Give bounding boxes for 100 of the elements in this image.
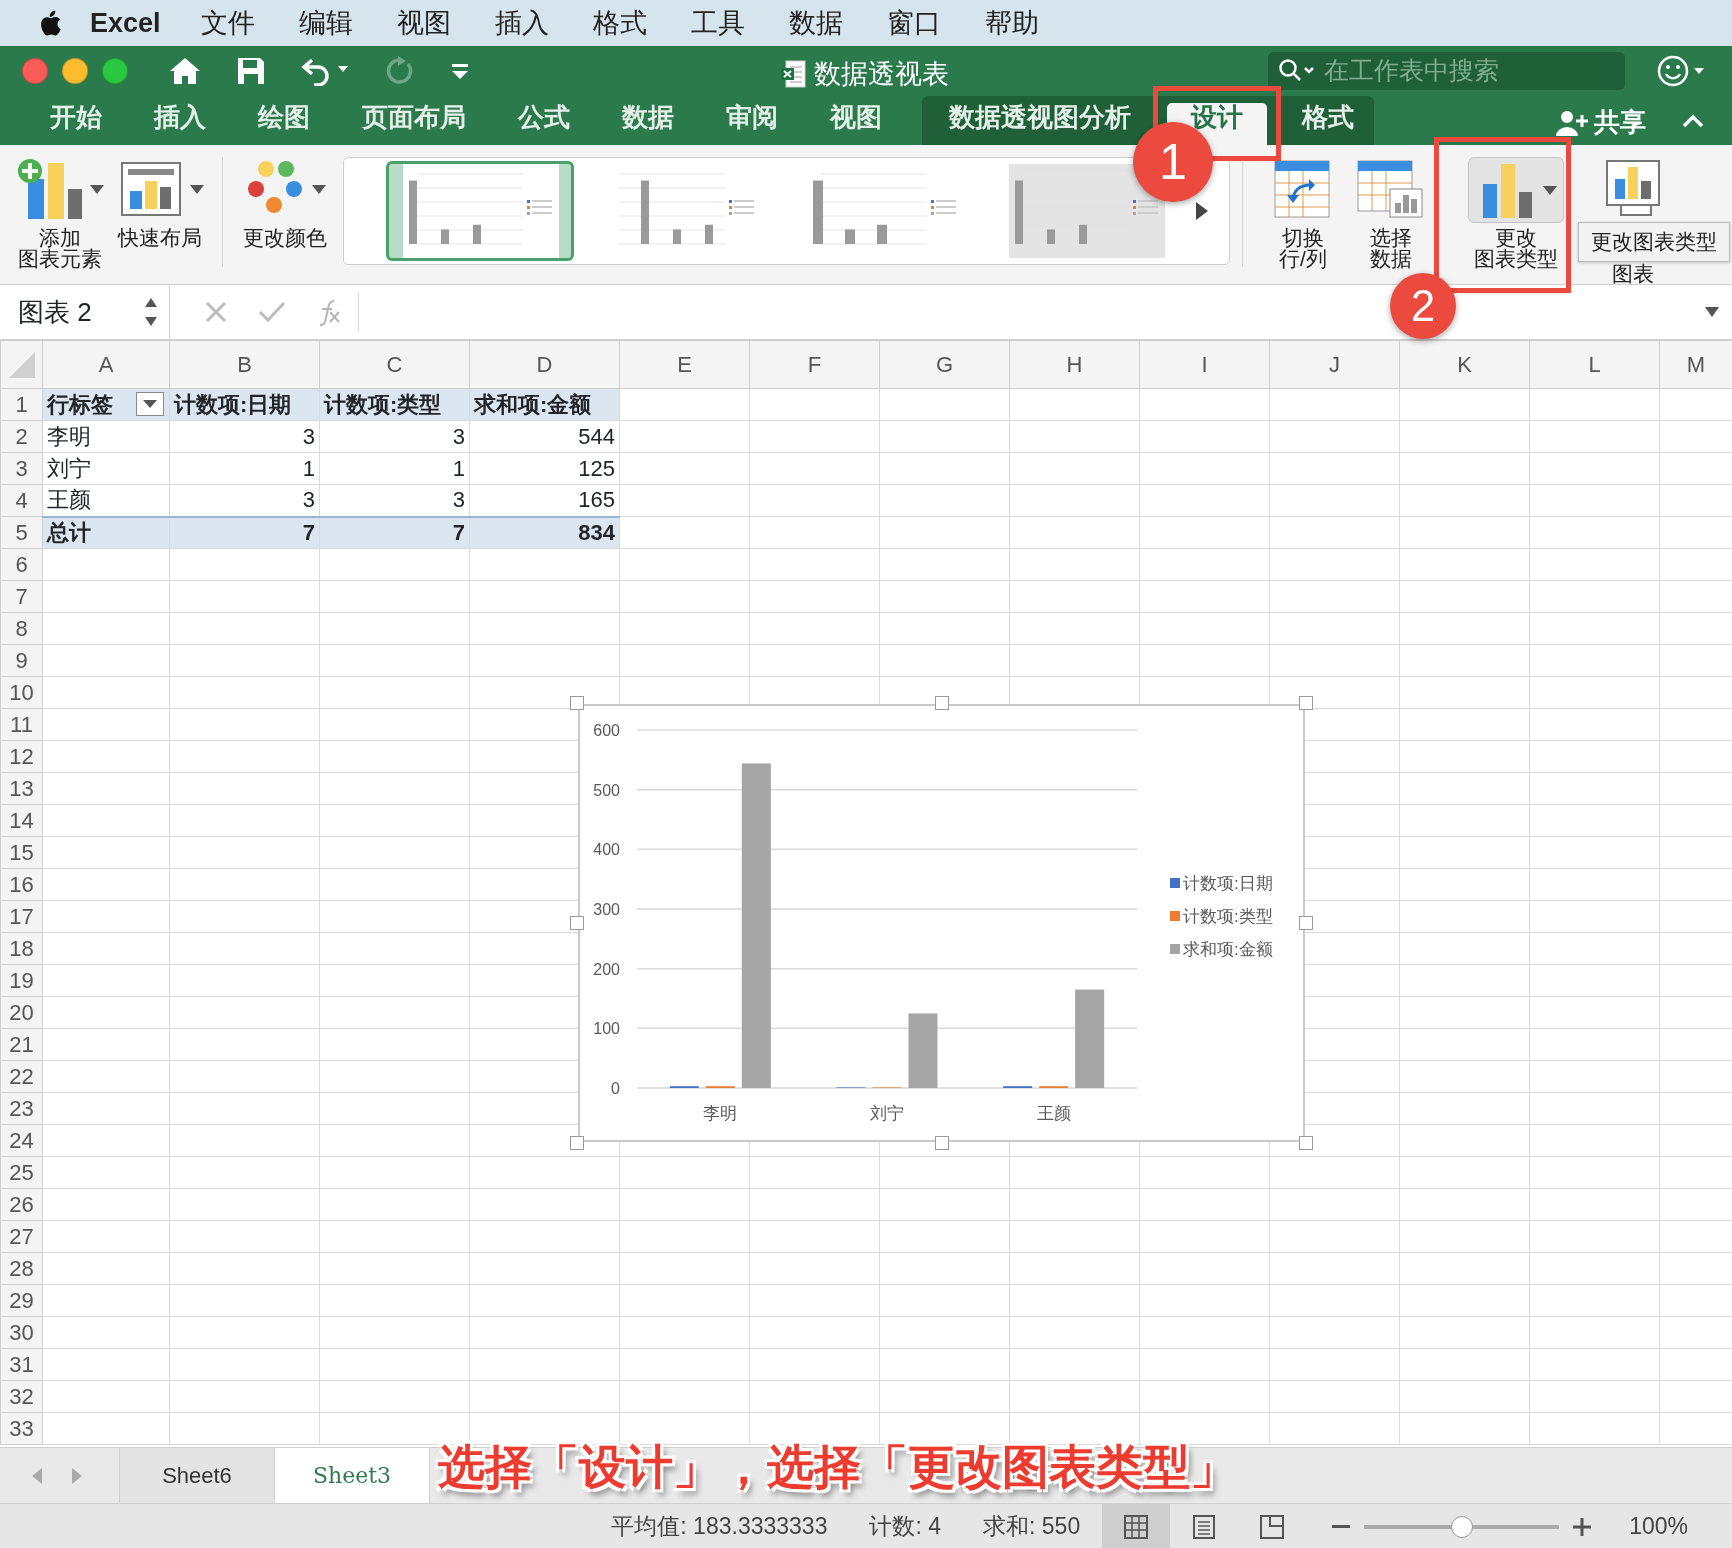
ribbon-tab[interactable]: 绘图 [232,96,336,145]
menu-item[interactable]: 文件 [200,2,255,44]
row-header[interactable]: 22 [0,1060,43,1093]
menu-item[interactable]: 视图 [396,2,451,44]
ribbon-tab[interactable]: 视图 [804,96,908,145]
column-header[interactable]: H [1009,340,1140,389]
caret-icon[interactable] [1543,185,1557,195]
row-header[interactable]: 7 [0,580,43,613]
resize-handle[interactable] [1299,696,1313,710]
ribbon-tab[interactable]: 插入 [128,96,232,145]
ribbon-tab[interactable]: 公式 [492,96,596,145]
column-header[interactable]: G [879,340,1010,389]
home-icon[interactable] [168,56,202,86]
expand-formula-icon[interactable] [1704,306,1720,318]
row-header[interactable]: 20 [0,996,43,1029]
ribbon-button[interactable]: 快速布局 [110,157,210,248]
row-header[interactable]: 15 [0,836,43,869]
collapse-ribbon-icon[interactable] [1682,114,1704,128]
row-header[interactable]: 16 [0,868,43,901]
caret-icon[interactable] [90,184,104,194]
row-header[interactable]: 4 [0,484,43,517]
row-header[interactable]: 10 [0,676,43,709]
resize-handle[interactable] [934,1136,949,1150]
row-header[interactable]: 26 [0,1188,43,1221]
row-header[interactable]: 12 [0,740,43,773]
column-header[interactable]: D [469,340,620,389]
menu-item[interactable]: 编辑 [298,2,353,44]
zoom-in-icon[interactable] [1573,1517,1592,1536]
column-header[interactable]: L [1529,340,1660,389]
menu-item[interactable]: 数据 [788,2,843,44]
column-header[interactable]: C [319,340,470,389]
resize-handle[interactable] [1299,916,1313,930]
sheet-tab[interactable]: Sheet3 [275,1448,430,1503]
resize-handle[interactable] [570,1136,584,1150]
row-header[interactable]: 24 [0,1124,43,1157]
resize-handle[interactable] [934,696,949,710]
column-header[interactable]: F [749,340,880,389]
row-header[interactable]: 5 [0,516,43,549]
customize-toolbar-icon[interactable] [450,61,470,81]
caret-icon[interactable] [312,184,326,194]
row-header[interactable]: 18 [0,932,43,965]
column-header[interactable]: M [1659,340,1732,389]
resize-handle[interactable] [570,696,584,710]
ribbon-button[interactable]: 更改颜色 [235,157,335,248]
view-button[interactable] [1102,1503,1171,1548]
gallery-next-icon[interactable] [1194,200,1210,222]
next-sheet-icon[interactable] [70,1465,84,1486]
resize-handle[interactable] [1299,1136,1313,1150]
row-header[interactable]: 31 [0,1348,43,1381]
row-header[interactable]: 6 [0,548,43,581]
row-header[interactable]: 30 [0,1316,43,1349]
chart-area[interactable]: 0 100 200 300 400 500 600 李明 刘宁 王颜 计数项:日期 计数项:类型 求和项:金额 [578,704,1305,1142]
previous-sheet-icon[interactable] [30,1465,44,1486]
row-header[interactable]: 27 [0,1220,43,1253]
row-header[interactable]: 23 [0,1092,43,1125]
ribbon-button[interactable]: 选择 数据 [1351,157,1431,269]
ribbon-tab[interactable]: 审阅 [700,96,804,145]
row-header[interactable]: 32 [0,1380,43,1413]
row-header[interactable]: 14 [0,804,43,837]
caret-icon[interactable] [190,184,204,194]
ribbon-button[interactable]: 添加 图表元素 [10,157,110,269]
row-header[interactable]: 1 [0,388,43,421]
row-header[interactable]: 21 [0,1028,43,1061]
column-header[interactable]: A [42,340,170,389]
menu-item[interactable]: 格式 [592,2,647,44]
column-header[interactable]: B [169,340,320,389]
row-header[interactable]: 2 [0,420,43,453]
slider-thumb[interactable] [1450,1515,1473,1538]
filter-button[interactable] [136,392,164,416]
save-icon[interactable] [236,56,266,86]
zoom-out-icon[interactable] [1332,1524,1351,1529]
row-header[interactable]: 11 [0,708,43,741]
row-header[interactable]: 9 [0,644,43,677]
search-field[interactable]: 在工作表中搜索 [1268,52,1625,90]
row-header[interactable]: 25 [0,1156,43,1189]
feedback-smiley-icon[interactable] [1656,54,1706,88]
search-input[interactable]: 在工作表中搜索 [1322,51,1612,91]
ribbon-tab[interactable]: 开始 [24,96,128,145]
menu-item[interactable]: 工具 [690,2,745,44]
row-header[interactable]: 28 [0,1252,43,1285]
share-button[interactable]: 共享 [1550,102,1652,143]
minimize-button[interactable] [62,58,88,84]
row-header[interactable]: 19 [0,964,43,997]
ribbon-tab[interactable]: 数据 [596,96,700,145]
column-header[interactable]: J [1269,340,1400,389]
resize-handle[interactable] [570,916,584,930]
column-header[interactable]: I [1139,340,1270,389]
column-header[interactable]: E [619,340,750,389]
row-header[interactable]: 29 [0,1284,43,1317]
app-menu[interactable]: Excel [90,2,161,44]
ribbon-tab[interactable]: 页面布局 [336,96,492,145]
row-header[interactable]: 13 [0,772,43,805]
menu-item[interactable]: 窗口 [886,2,941,44]
ribbon-button[interactable]: 切换 行/列 [1263,157,1343,269]
zoom-button[interactable] [102,58,128,84]
sheet-tab[interactable]: Sheet6 [120,1448,275,1503]
row-header[interactable]: 17 [0,900,43,933]
row-header[interactable]: 3 [0,452,43,485]
menu-item[interactable]: 帮助 [984,2,1039,44]
menu-item[interactable]: 插入 [494,2,549,44]
